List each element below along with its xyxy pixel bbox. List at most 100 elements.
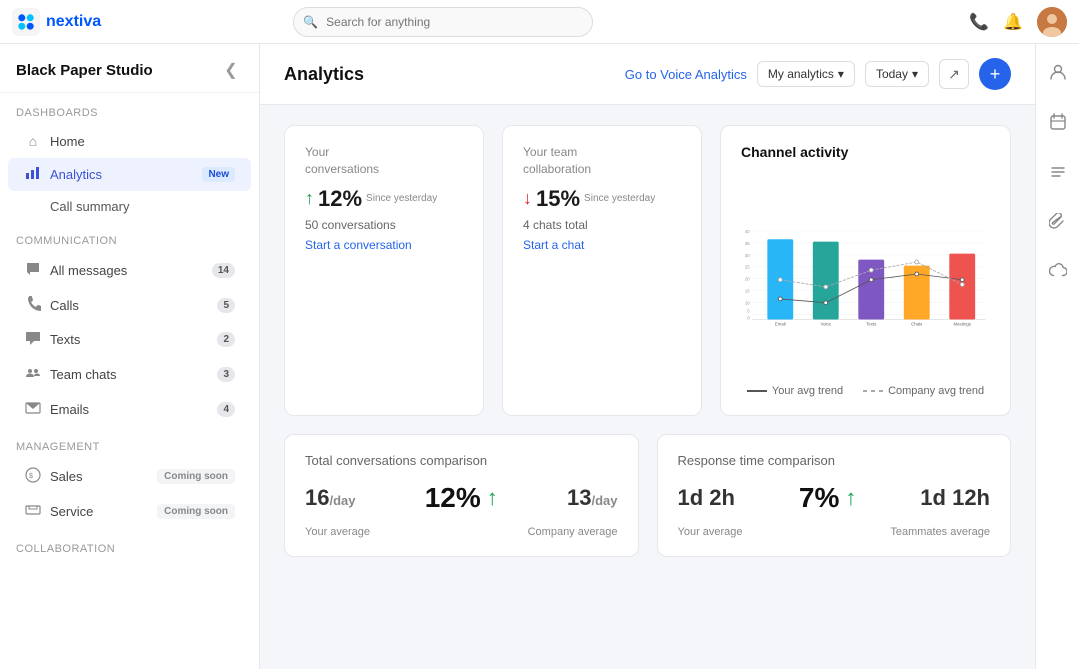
phone-icon[interactable]: 📞 [969,12,989,32]
today-dropdown[interactable]: Today ▾ [865,61,929,87]
texts-badge: 2 [217,332,235,347]
total-up-arrow: ↑ [487,485,498,511]
texts-icon [24,330,42,349]
your-avg-legend-label: Your avg trend [772,385,843,397]
response-up-arrow: ↑ [845,485,856,511]
company-avg-legend: Company avg trend [863,385,984,397]
call-summary-label: Call summary [50,199,129,214]
logo-text: nextiva [46,13,101,31]
section-communication-label: Communication [0,221,259,253]
total-conversations-comparison-card: Total conversations comparison 16/day 12… [284,434,639,557]
svg-text:Email: Email [775,322,786,327]
all-messages-label: All messages [50,263,204,278]
share-icon: ↗ [948,66,960,83]
notifications-icon[interactable]: 🔔 [1003,12,1023,32]
response-teammates-label: Teammates average [890,526,990,538]
collaboration-card-label: Your teamcollaboration [523,144,681,178]
section-management-label: Management [0,427,259,459]
service-coming-soon-badge: Coming soon [157,504,235,519]
sales-label: Sales [50,469,149,484]
your-conversations-card: Yourconversations ↑ 12% Since yesterday … [284,125,484,416]
list-icon[interactable] [1042,156,1074,188]
home-icon: ⌂ [24,133,42,149]
sidebar-item-service[interactable]: Service Coming soon [8,495,251,528]
your-avg-legend: Your avg trend [747,385,843,397]
search-bar: 🔍 [293,7,593,37]
start-chat-link[interactable]: Start a chat [523,238,681,252]
company-avg-legend-label: Company avg trend [888,385,984,397]
sidebar-item-texts[interactable]: Texts 2 [8,323,251,356]
svg-text:$: $ [29,473,33,480]
total-your-avg: 16/day [305,485,356,511]
sidebar-item-calls[interactable]: Calls 5 [8,289,251,321]
svg-text:20: 20 [745,277,750,282]
response-time-comparison-card: Response time comparison 1d 2h 7% ↑ [657,434,1012,557]
team-chats-label: Team chats [50,367,209,382]
sidebar-collapse-button[interactable]: ❮ [219,58,243,82]
svg-text:Chats: Chats [911,322,922,327]
team-collaboration-card: Your teamcollaboration ↓ 15% Since yeste… [502,125,702,416]
conversations-since-label: Since yesterday [366,193,437,204]
service-label: Service [50,504,149,519]
total-company-avg: 13/day [567,485,618,511]
svg-text:15: 15 [745,289,750,294]
emails-icon [24,400,42,419]
cloud-icon[interactable] [1042,256,1074,288]
response-comparison-labels: Your average Teammates average [678,526,991,538]
service-icon [24,502,42,521]
total-pct-value: 12% [425,482,481,514]
sidebar-item-analytics[interactable]: Analytics New [8,158,251,191]
section-dashboards-label: Dashboards [0,93,259,125]
team-chats-badge: 3 [217,367,235,382]
sidebar-header: Black Paper Studio ❮ [0,44,259,93]
chart-legend: Your avg trend Company avg trend [741,385,990,397]
collaboration-count: 4 chats total [523,218,681,232]
svg-text:Meetings: Meetings [954,322,971,327]
total-comparison-title: Total conversations comparison [305,453,618,468]
today-label: Today [876,67,908,81]
sidebar-item-home[interactable]: ⌂ Home [8,126,251,156]
content-header: Analytics Go to Voice Analytics My analy… [260,44,1035,105]
paperclip-icon[interactable] [1042,206,1074,238]
main-layout: Black Paper Studio ❮ Dashboards ⌂ Home A… [0,44,1079,669]
channel-activity-chart: 40 35 30 25 20 15 10 5 0 [741,174,990,374]
right-icon-rail [1035,44,1079,669]
comparison-cards-row: Total conversations comparison 16/day 12… [284,434,1011,557]
share-button[interactable]: ↗ [939,59,969,89]
add-button[interactable]: + [979,58,1011,90]
header-actions: Go to Voice Analytics My analytics ▾ Tod… [625,58,1011,90]
conversations-count: 50 conversations [305,218,463,232]
voice-analytics-link[interactable]: Go to Voice Analytics [625,67,747,82]
sidebar-item-emails[interactable]: Emails 4 [8,393,251,426]
add-icon: + [990,64,1001,85]
svg-text:10: 10 [745,301,750,306]
calendar-icon[interactable] [1042,106,1074,138]
person-icon[interactable] [1042,56,1074,88]
response-your-label: Your average [678,526,743,538]
conversations-card-label: Yourconversations [305,144,463,178]
sidebar-item-call-summary[interactable]: Call summary [8,193,251,220]
svg-text:Voice: Voice [820,322,831,327]
today-chevron-icon: ▾ [912,67,918,81]
svg-text:25: 25 [745,265,750,270]
logo[interactable]: nextiva [12,8,101,36]
search-input[interactable] [293,7,593,37]
total-your-label: Your average [305,526,370,538]
texts-label: Texts [50,332,209,347]
top-cards-row: Yourconversations ↑ 12% Since yesterday … [284,125,1011,416]
response-teammates-avg: 1d 12h [920,485,990,511]
response-comparison-values: 1d 2h 7% ↑ 1d 12h [678,482,991,514]
avatar[interactable] [1037,7,1067,37]
sidebar-item-sales[interactable]: $ Sales Coming soon [8,460,251,493]
response-comparison-title: Response time comparison [678,453,991,468]
sidebar-item-team-chats[interactable]: Team chats 3 [8,358,251,391]
my-analytics-dropdown[interactable]: My analytics ▾ [757,61,855,87]
total-comparison-values: 16/day 12% ↑ 13/day [305,482,618,514]
analytics-new-badge: New [202,167,235,182]
collaboration-pct: ↓ 15% Since yesterday [523,186,681,212]
search-icon: 🔍 [303,15,318,29]
sidebar-item-all-messages[interactable]: All messages 14 [8,254,251,287]
svg-text:35: 35 [745,241,750,246]
start-conversation-link[interactable]: Start a conversation [305,238,463,252]
channel-activity-title: Channel activity [741,144,990,160]
